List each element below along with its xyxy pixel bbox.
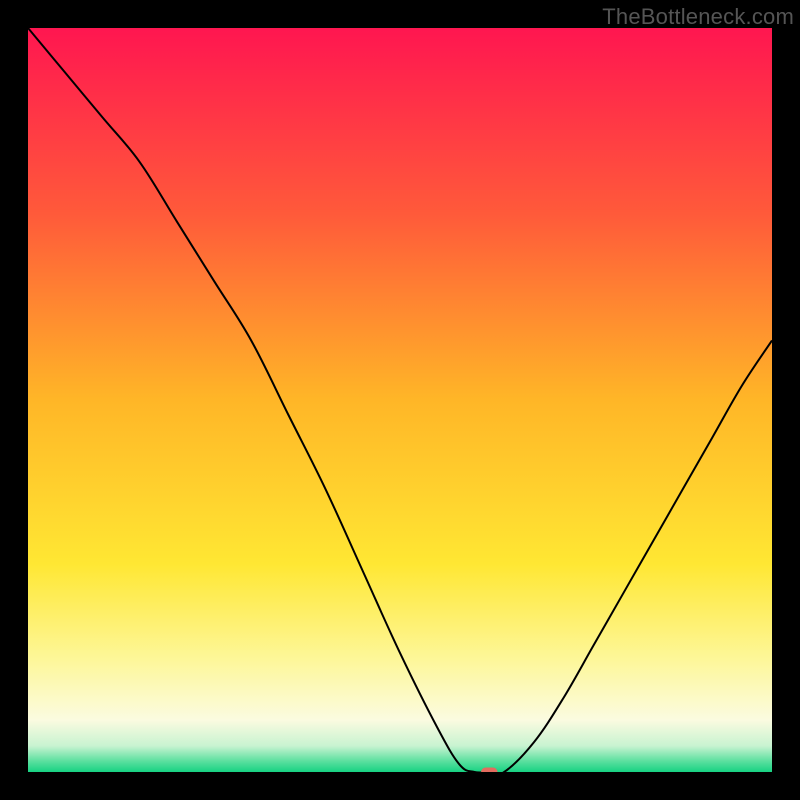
plot-area <box>28 28 772 772</box>
bottleneck-chart <box>28 28 772 772</box>
optimal-marker <box>481 768 497 772</box>
chart-background <box>28 28 772 772</box>
chart-frame: TheBottleneck.com <box>0 0 800 800</box>
watermark-text: TheBottleneck.com <box>602 4 794 30</box>
